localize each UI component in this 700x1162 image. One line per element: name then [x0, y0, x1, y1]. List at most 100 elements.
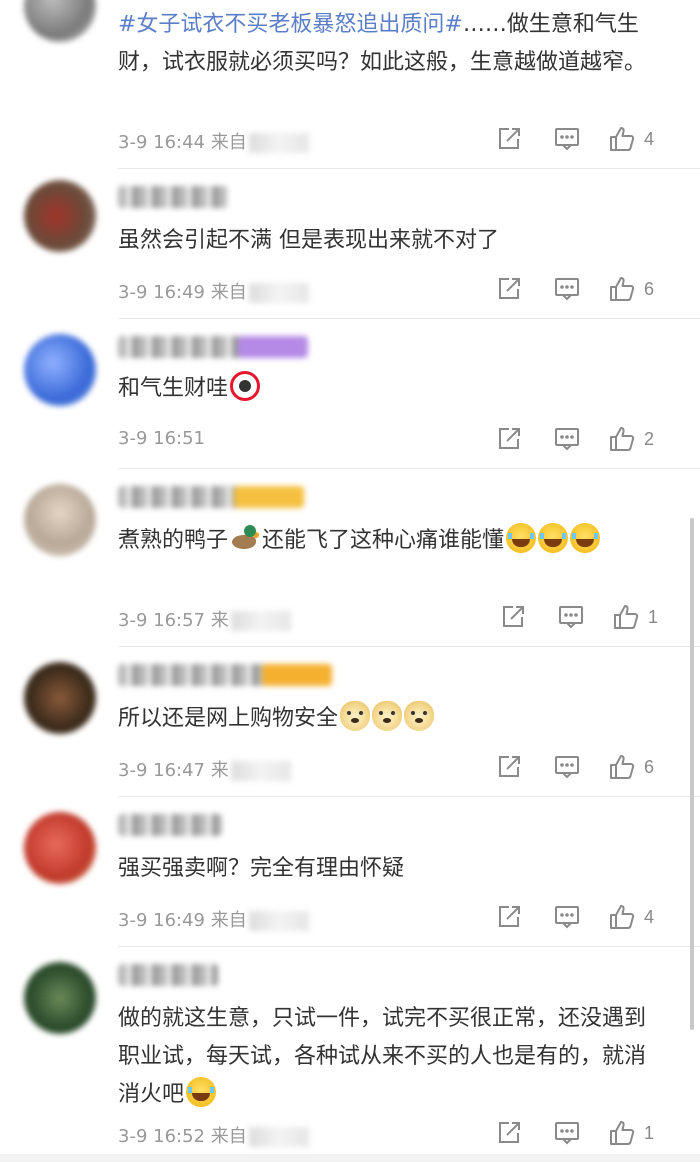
like-count: 4 [644, 128, 655, 149]
hashtag-link[interactable]: #女子试衣不买老板暴怒追出质问# [118, 12, 463, 37]
comment-source: 来 [210, 610, 229, 631]
divider [118, 946, 700, 947]
comment-button[interactable] [558, 602, 584, 632]
comment-source: 来自 [210, 1126, 247, 1147]
like-count: 2 [644, 428, 655, 449]
comment-actions: 2 [496, 424, 676, 454]
like-button[interactable]: 2 [608, 424, 654, 454]
source-blur [230, 611, 291, 631]
avatar[interactable] [24, 812, 96, 884]
avatar[interactable] [24, 0, 96, 42]
avatar[interactable] [24, 334, 96, 406]
divider [118, 468, 700, 469]
comment-text: #女子试衣不买老板暴怒追出质问#……做生意和气生财，试衣服就必须买吗？如此这般，… [118, 12, 647, 75]
repost-button[interactable] [500, 602, 526, 632]
comment-meta: 3-9 16:52 来自 [118, 1122, 309, 1148]
avatar[interactable] [24, 662, 96, 734]
comment-time: 3-9 16:49 [118, 910, 205, 931]
comment-button[interactable] [554, 1118, 580, 1148]
comment-button[interactable] [554, 274, 580, 304]
comment-meta: 3-9 16:49 来自 [118, 906, 309, 932]
comment-actions: 6 [496, 274, 676, 304]
username-blur[interactable] [118, 964, 218, 986]
like-button[interactable]: 4 [608, 902, 654, 932]
username-blur[interactable] [118, 486, 304, 508]
like-button[interactable]: 1 [612, 602, 658, 632]
comment-text: 做的就这生意，只试一件，试完不买很正常，还没遇到职业试，每天试，各种试从来不买的… [118, 1006, 647, 1107]
repost-button[interactable] [496, 752, 522, 782]
comment-time: 3-9 16:57 [118, 610, 205, 631]
comment-meta: 3-9 16:49 来自 [118, 278, 309, 304]
comment-icon [555, 428, 579, 451]
duck-icon [230, 523, 262, 553]
thumbs-up-icon [610, 277, 635, 301]
like-button[interactable]: 1 [608, 1118, 654, 1148]
laugh-cry-icon [570, 523, 601, 553]
comment-text: 强买强卖啊？完全有理由怀疑 [118, 856, 405, 881]
comment-button[interactable] [554, 902, 580, 932]
source-blur [230, 761, 291, 781]
comment-source: 来自 [210, 282, 247, 303]
share-icon [499, 906, 520, 927]
thumbs-up-icon [610, 755, 635, 779]
thumbs-up-icon [610, 1121, 635, 1145]
comment-time: 3-9 16:52 [118, 1126, 205, 1147]
comment-time: 3-9 16:44 [118, 132, 205, 153]
thumbs-up-icon [610, 127, 635, 151]
comment-text: 虽然会引起不满 但是表现出来就不对了 [118, 228, 499, 253]
comment-icon [555, 1122, 579, 1145]
thumbs-up-icon [614, 605, 639, 629]
comment-actions: 1 [496, 1118, 676, 1148]
divider [118, 796, 700, 797]
comment-text: 和气生财哇 [118, 370, 660, 408]
username-blur[interactable] [118, 336, 308, 358]
like-count: 4 [644, 906, 655, 927]
comment-button[interactable] [554, 124, 580, 154]
comment-text: 所以还是网上购物安全 [118, 700, 660, 738]
comment-source: 来 [210, 760, 229, 781]
repost-button[interactable] [496, 1118, 522, 1148]
like-button[interactable]: 6 [608, 752, 654, 782]
username-blur[interactable] [118, 186, 228, 208]
username-blur[interactable] [118, 814, 222, 836]
comment-icon [555, 128, 579, 151]
laugh-cry-icon [506, 523, 537, 553]
like-button[interactable]: 4 [608, 124, 654, 154]
repost-button[interactable] [496, 424, 522, 454]
username-tint [238, 336, 308, 358]
repost-button[interactable] [496, 124, 522, 154]
laugh-cry-icon [186, 1077, 217, 1107]
doge-icon [372, 701, 403, 731]
share-icon [503, 606, 524, 627]
comment-button[interactable] [554, 752, 580, 782]
comment-source: 来自 [210, 132, 247, 153]
share-icon [499, 128, 520, 149]
scrollbar[interactable] [690, 518, 694, 1030]
like-button[interactable]: 6 [608, 274, 654, 304]
repost-button[interactable] [496, 274, 522, 304]
avatar[interactable] [24, 180, 96, 252]
username-blur[interactable] [118, 664, 332, 686]
comment-text: 煮熟的鸭子 还能飞了这种心痛谁能懂 [118, 522, 660, 560]
repost-button[interactable] [496, 902, 522, 932]
divider [118, 168, 700, 169]
share-icon [499, 1122, 520, 1143]
like-count: 1 [644, 1122, 655, 1143]
doge-icon [340, 701, 371, 731]
divider [118, 318, 700, 319]
comment-actions: 6 [496, 752, 676, 782]
username-tint [234, 486, 304, 508]
comment-actions: 4 [496, 124, 676, 154]
comment-button[interactable] [554, 424, 580, 454]
avatar[interactable] [24, 484, 96, 556]
username-tint [262, 664, 332, 686]
comment-icon [555, 278, 579, 301]
comment-actions: 4 [496, 902, 676, 932]
comment-actions: 1 [496, 602, 676, 632]
divider [118, 646, 700, 647]
like-count: 6 [644, 756, 655, 777]
comment-icon [555, 906, 579, 929]
comment-meta: 3-9 16:47 来 [118, 756, 291, 782]
comment-time: 3-9 16:51 [118, 428, 205, 449]
avatar[interactable] [24, 962, 96, 1034]
